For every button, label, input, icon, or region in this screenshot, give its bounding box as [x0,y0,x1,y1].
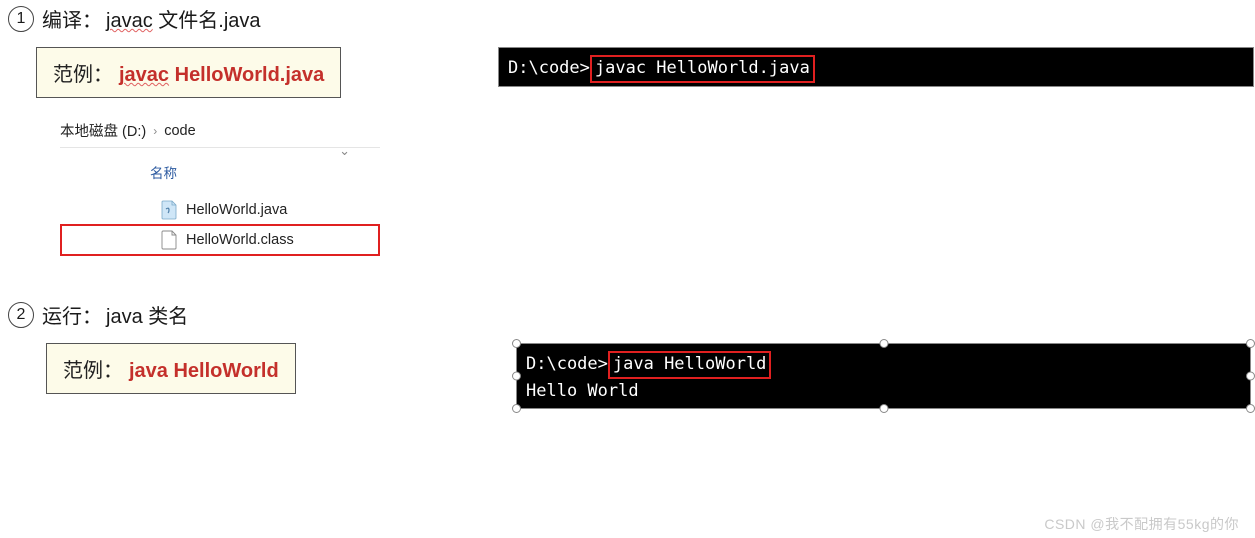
title-label: 编译： [42,4,102,33]
title-label: 运行： [42,300,102,329]
example-command: java HelloWorld [129,360,279,383]
terminal-output: Hello World [526,379,1241,405]
terminal-command-highlight: java HelloWorld [608,351,772,379]
selection-handle-icon[interactable] [879,404,888,413]
breadcrumb: 本地磁盘 (D:) › code ⌄ [60,120,380,148]
file-row-highlighted[interactable]: HelloWorld.class [60,224,380,256]
section-title-compile: 1 编译： javac 文件名.java [8,4,1255,33]
file-explorer: 本地磁盘 (D:) › code ⌄ 名称 HelloWorld.java [60,120,380,256]
terminal-run: D:\code>java HelloWorld Hello World [516,343,1251,409]
example-label: 范例： [53,58,113,87]
section-run: 2 运行： java 类名 范例： java HelloWorld D:\cod… [0,300,1255,409]
breadcrumb-disk[interactable]: 本地磁盘 (D:) [60,120,146,141]
file-name: HelloWorld.class [186,232,294,248]
java-file-icon [160,200,178,220]
circled-number-2: 2 [8,302,34,328]
chevron-right-icon: › [153,124,157,138]
section-title-run: 2 运行： java 类名 [8,300,1255,329]
selection-handle-icon[interactable] [512,404,521,413]
example-box-run: 范例： java HelloWorld [46,343,296,394]
example-box-compile: 范例： javac HelloWorld.java [36,47,341,98]
file-row[interactable]: HelloWorld.java [60,196,380,224]
example-label: 范例： [63,354,123,383]
file-name: HelloWorld.java [186,202,287,218]
title-command: javac 文件名.java [106,4,261,33]
terminal-prompt: D:\code> [526,354,608,374]
title-command: java 类名 [106,300,188,329]
chevron-down-icon[interactable]: ⌄ [339,143,350,159]
terminal-command-highlight: javac HelloWorld.java [590,55,815,83]
terminal-prompt: D:\code> [508,58,590,78]
section-compile: 1 编译： javac 文件名.java 范例： javac HelloWorl… [0,0,1255,256]
blank-file-icon [160,230,178,250]
selection-handle-icon[interactable] [1246,404,1255,413]
selection-handle-icon[interactable] [1246,339,1255,348]
example-command: javac HelloWorld.java [119,64,324,87]
selection-handle-icon[interactable] [512,372,521,381]
terminal-compile: D:\code>javac HelloWorld.java [498,47,1254,87]
selection-handle-icon[interactable] [1246,372,1255,381]
circled-number-1: 1 [8,6,34,32]
column-header-name[interactable]: 名称 [150,162,380,182]
watermark: CSDN @我不配拥有55kg的你 [1044,514,1239,534]
selection-handle-icon[interactable] [879,339,888,348]
selection-handle-icon[interactable] [512,339,521,348]
breadcrumb-folder[interactable]: code [164,123,195,139]
